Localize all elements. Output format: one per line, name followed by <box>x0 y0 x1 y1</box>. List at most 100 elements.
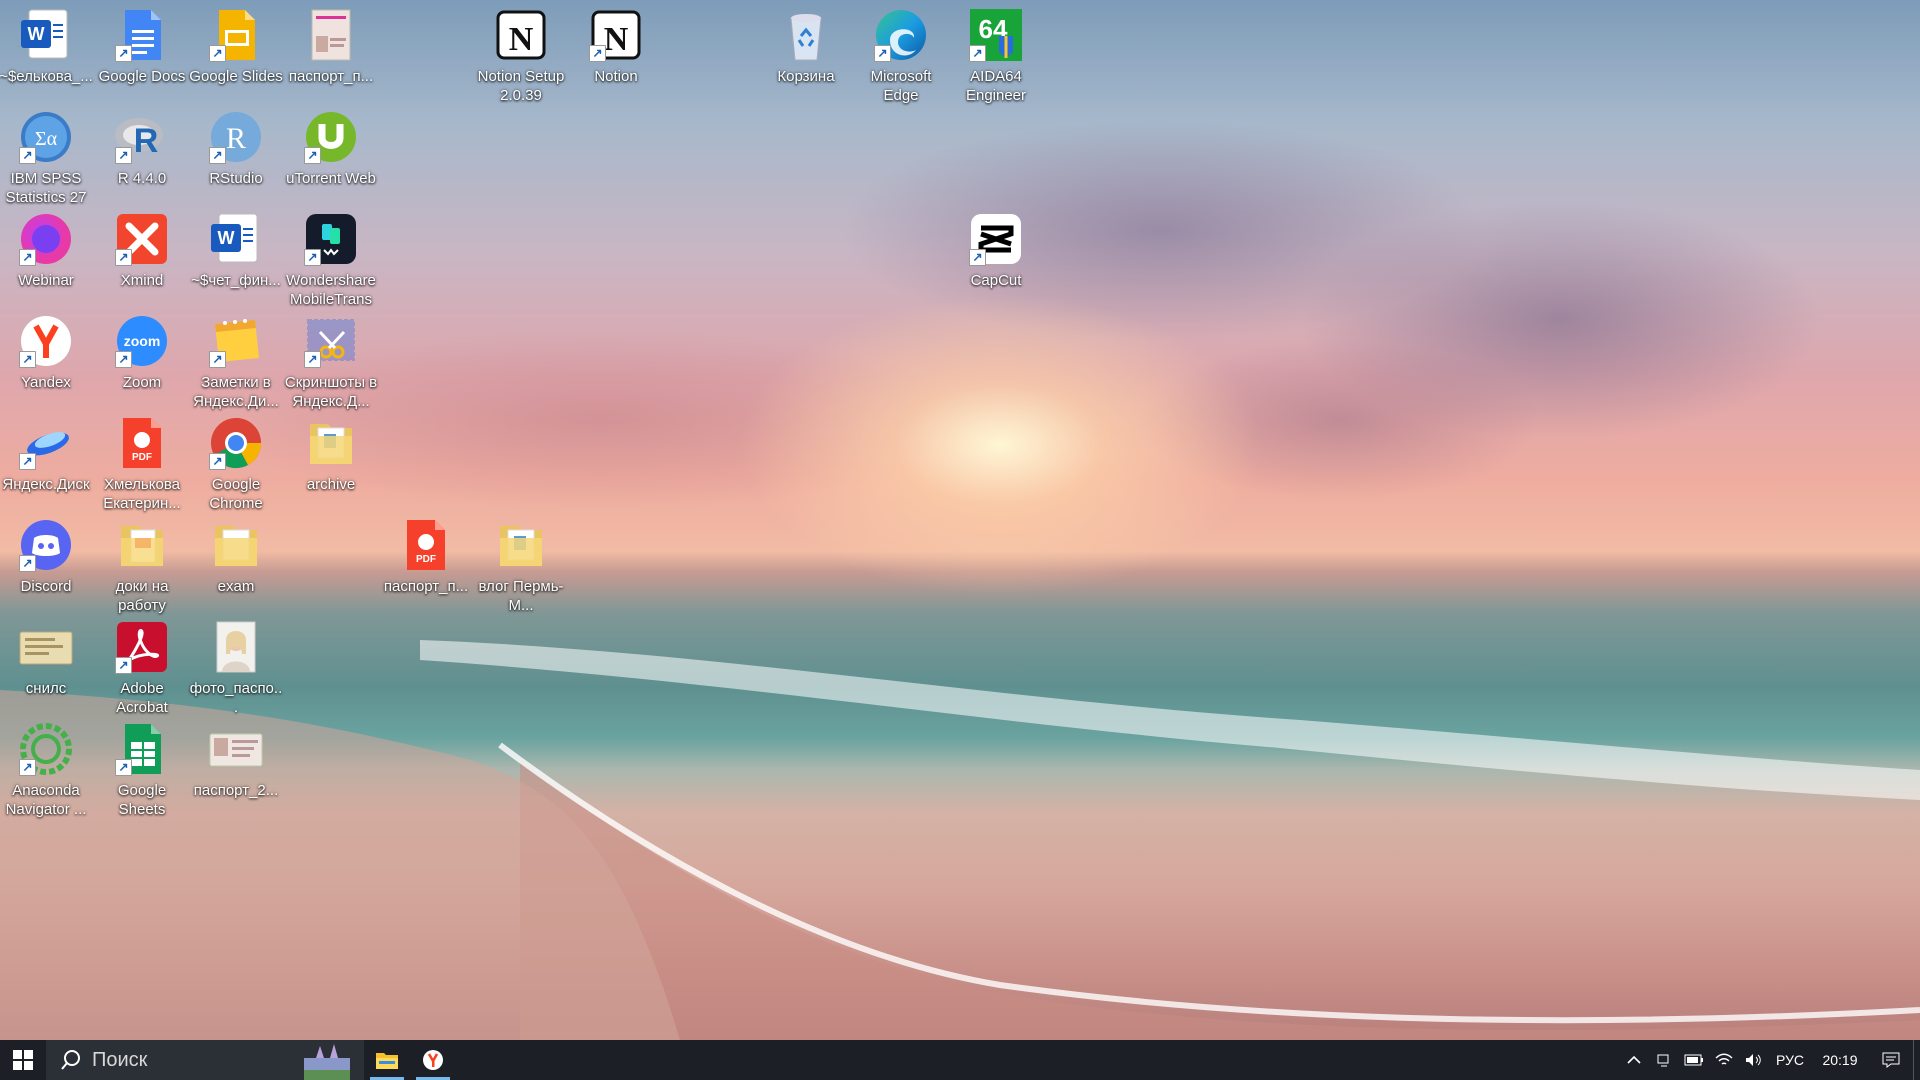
desktop-icon-folder-archive[interactable]: archive <box>284 408 378 528</box>
google-sheets-icon: ↗ <box>113 720 171 778</box>
desktop-icon-notion-setup[interactable]: N Notion Setup 2.0.39 <box>474 0 568 120</box>
desktop-icon-label: exam <box>217 578 255 595</box>
taskbar: Поиск РУС 20:19 <box>0 1040 1920 1080</box>
shortcut-arrow-icon: ↗ <box>19 453 36 470</box>
desktop-icon-label: IBM SPSS Statistics 27 <box>5 170 87 206</box>
desktop-icon-label: влог Пермь-М... <box>478 578 564 614</box>
google-docs-icon: ↗ <box>113 6 171 64</box>
shortcut-arrow-icon: ↗ <box>115 351 132 368</box>
taskbar-file-explorer[interactable] <box>364 1040 410 1080</box>
desktop-icon-passport-2[interactable]: паспорт_2... <box>189 714 283 834</box>
desktop-icon-label: снилс <box>25 680 67 697</box>
acrobat-icon: ↗ <box>113 618 171 676</box>
shortcut-arrow-icon: ↗ <box>209 453 226 470</box>
shortcut-arrow-icon: ↗ <box>115 759 132 776</box>
shortcut-arrow-icon: ↗ <box>304 249 321 266</box>
shortcut-arrow-icon: ↗ <box>969 45 986 62</box>
desktop-icon-label: Google Chrome <box>209 476 263 512</box>
edge-icon: ↗ <box>872 6 930 64</box>
search-placeholder: Поиск <box>92 1048 148 1071</box>
shortcut-arrow-icon: ↗ <box>209 351 226 368</box>
battery-icon[interactable] <box>1679 1054 1709 1066</box>
system-tray: РУС 20:19 <box>1619 1040 1920 1080</box>
desktop-icon-google-sheets[interactable]: ↗ Google Sheets <box>95 714 189 834</box>
tray-overflow-chevron-icon[interactable] <box>1619 1055 1649 1065</box>
shortcut-arrow-icon: ↗ <box>19 759 36 776</box>
clock[interactable]: 20:19 <box>1811 1052 1869 1068</box>
utorrent-icon: ↗ <box>302 108 360 166</box>
notion-icon: N <box>492 6 550 64</box>
yandex-disk-icon: ↗ <box>17 414 75 472</box>
desktop-icon-label: Xmind <box>120 272 164 289</box>
desktop-icon-label: Хмелькова Екатерин... <box>103 476 181 512</box>
desktop-icon-label: R 4.4.0 <box>117 170 167 187</box>
desktop-icon-label: Notion Setup 2.0.39 <box>477 68 565 104</box>
xmind-icon: ↗ <box>113 210 171 268</box>
svg-text:N: N <box>604 21 629 58</box>
desktop-icon-label: доки на работу <box>115 578 169 614</box>
svg-text:PDF: PDF <box>132 452 152 463</box>
recycle-bin-icon <box>777 6 835 64</box>
svg-text:W: W <box>28 24 45 44</box>
svg-text:R: R <box>134 122 159 160</box>
desktop-icon-anaconda[interactable]: ↗ Anaconda Navigator ... <box>0 714 93 834</box>
desktop-icon-aida64[interactable]: 64 ↗ AIDA64 Engineer <box>949 0 1043 120</box>
yandex-notes-icon: ↗ <box>207 312 265 370</box>
shortcut-arrow-icon: ↗ <box>19 249 36 266</box>
desktop-icon-edge[interactable]: ↗ Microsoft Edge <box>854 0 948 120</box>
passport-image-icon <box>207 720 265 778</box>
shortcut-arrow-icon: ↗ <box>589 45 606 62</box>
desktop-icon-label: ~$чет_фин... <box>191 272 281 289</box>
desktop-icon-label: паспорт_п... <box>288 68 374 85</box>
desktop-icon-label: фото_паспо... <box>189 680 283 716</box>
webinar-icon: ↗ <box>17 210 75 268</box>
desktop-icon-label: Google Docs <box>98 68 186 85</box>
taskbar-search-box[interactable]: Поиск <box>46 1040 364 1080</box>
shortcut-arrow-icon: ↗ <box>115 657 132 674</box>
language-indicator[interactable]: РУС <box>1769 1052 1811 1068</box>
shortcut-arrow-icon: ↗ <box>209 45 226 62</box>
meet-now-icon[interactable] <box>1649 1052 1679 1068</box>
desktop-icon-pdf-passport[interactable]: PDF паспорт_п... <box>379 510 473 630</box>
folder-icon <box>302 414 360 472</box>
desktop-icon-label: Скриншоты в Яндекс.Д... <box>284 374 378 410</box>
folder-icon <box>207 516 265 574</box>
desktop-icon-label: Корзина <box>777 68 835 85</box>
desktop: W ~$елькова_... Σα ↗ IBM SPSS Statistics … <box>0 0 1920 1040</box>
desktop-icon-label: archive <box>306 476 356 493</box>
desktop-icon-label: Google Slides <box>189 68 283 85</box>
shortcut-arrow-icon: ↗ <box>874 45 891 62</box>
pdf-icon: PDF <box>113 414 171 472</box>
svg-text:Σα: Σα <box>35 128 58 150</box>
search-icon <box>61 1050 80 1070</box>
volume-icon[interactable] <box>1739 1053 1769 1067</box>
desktop-icon-folder-vlog[interactable]: влог Пермь-М... <box>474 510 568 630</box>
notification-center-icon[interactable] <box>1869 1052 1913 1068</box>
wifi-icon[interactable] <box>1709 1053 1739 1067</box>
rstudio-icon: R ↗ <box>207 108 265 166</box>
start-button[interactable] <box>0 1040 46 1080</box>
desktop-icon-label: AIDA64 Engineer <box>965 68 1027 104</box>
desktop-icon-recycle-bin[interactable]: Корзина <box>759 0 853 120</box>
folder-pdf-icon <box>113 516 171 574</box>
desktop-icon-label: Заметки в Яндекс.Ди... <box>193 374 279 410</box>
desktop-icon-label: ~$елькова_... <box>0 68 93 85</box>
show-desktop-button[interactable] <box>1913 1040 1920 1080</box>
desktop-icon-label: Notion <box>594 68 638 85</box>
desktop-icon-notion[interactable]: N ↗ Notion <box>569 0 663 120</box>
shortcut-arrow-icon: ↗ <box>19 147 36 164</box>
r-icon: R ↗ <box>113 108 171 166</box>
zoom-icon: zoom ↗ <box>113 312 171 370</box>
spss-icon: Σα ↗ <box>17 108 75 166</box>
taskbar-yandex-browser[interactable] <box>410 1040 456 1080</box>
file-explorer-icon <box>376 1053 398 1069</box>
chrome-icon: ↗ <box>207 414 265 472</box>
desktop-icon-label: Anaconda Navigator ... <box>5 782 87 818</box>
desktop-icon-label: Microsoft Edge <box>870 68 932 104</box>
search-highlight-castle-icon <box>304 1044 350 1080</box>
desktop-icon-capcut[interactable]: ↗ CapCut <box>949 204 1043 324</box>
capcut-icon: ↗ <box>967 210 1025 268</box>
shortcut-arrow-icon: ↗ <box>209 147 226 164</box>
windows-logo-icon <box>13 1050 33 1070</box>
photo-icon <box>207 618 265 676</box>
